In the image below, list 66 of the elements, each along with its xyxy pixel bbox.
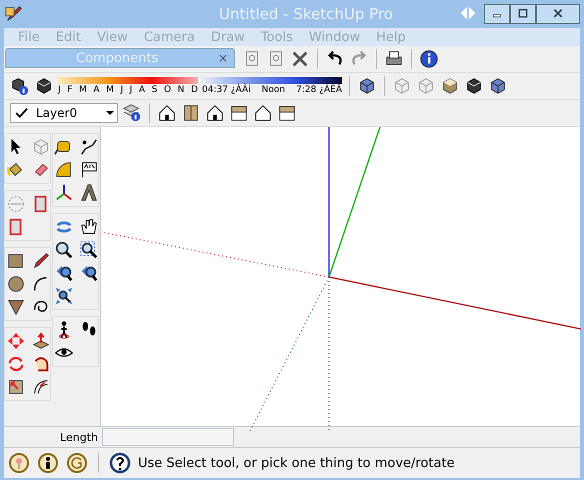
pencil-icon[interactable] xyxy=(31,251,51,271)
ring-badge-icon[interactable] xyxy=(66,452,88,474)
zoom-icon[interactable] xyxy=(54,240,74,260)
cube-info-icon[interactable] xyxy=(10,76,30,96)
protractor-icon[interactable] xyxy=(54,160,74,180)
person-badge-icon[interactable] xyxy=(37,452,59,474)
time-label: 04:37 ¿ÀÀi xyxy=(202,84,251,96)
month-label: J xyxy=(130,84,132,96)
panel-close-button[interactable]: × xyxy=(218,51,228,65)
layer-dropdown[interactable]: Layer0 xyxy=(10,103,118,123)
dimension-icon[interactable] xyxy=(79,137,99,157)
shaded-cube-icon[interactable] xyxy=(440,76,460,96)
zoom-window-icon[interactable] xyxy=(79,240,99,260)
next-view-icon[interactable] xyxy=(79,263,99,283)
help-icon[interactable] xyxy=(109,452,131,474)
3d-letter-icon[interactable] xyxy=(79,183,99,203)
month-label: O xyxy=(164,84,172,96)
panel-title: Components xyxy=(76,50,158,66)
circle-icon[interactable] xyxy=(6,274,26,294)
month-label: J xyxy=(58,84,61,96)
rectangle-icon[interactable] xyxy=(6,251,26,271)
month-label: A xyxy=(138,84,146,96)
month-label: M xyxy=(106,84,114,96)
house-outline-icon[interactable] xyxy=(253,103,273,123)
measurement-label: Length xyxy=(59,430,98,444)
box-side-icon[interactable] xyxy=(277,103,297,123)
axes-icon[interactable] xyxy=(54,183,74,203)
triangle-icon[interactable] xyxy=(6,297,26,317)
rotate-arrows-icon[interactable] xyxy=(6,354,26,374)
zoom-extents-icon[interactable] xyxy=(54,286,74,306)
month-label: A xyxy=(93,84,100,96)
push-pull-icon[interactable] xyxy=(31,331,51,351)
cube-icon[interactable] xyxy=(34,76,54,96)
month-label: N xyxy=(178,84,184,96)
textured-cube-icon[interactable] xyxy=(488,76,508,96)
measurement-field[interactable] xyxy=(102,428,234,446)
house-icon[interactable] xyxy=(157,103,177,123)
layers-info-icon[interactable] xyxy=(122,103,142,123)
delete-icon[interactable] xyxy=(290,49,310,69)
month-label: J xyxy=(120,84,124,96)
dark-cube-icon[interactable] xyxy=(464,76,484,96)
box-front-icon[interactable] xyxy=(181,103,201,123)
dashed-ring-icon[interactable] xyxy=(6,194,26,214)
move-arrows-icon[interactable] xyxy=(6,331,26,351)
box-top-icon[interactable] xyxy=(229,103,249,123)
caret-icon[interactable] xyxy=(106,111,114,115)
close-button[interactable] xyxy=(536,4,580,24)
components-panel-header[interactable]: Components × xyxy=(5,48,235,68)
status-message: Use Select tool, or pick one thing to move/rotate xyxy=(138,456,455,470)
scale-icon[interactable] xyxy=(6,377,26,397)
month-label: F xyxy=(67,84,72,96)
time-label: Noon xyxy=(262,84,286,96)
hand-icon[interactable] xyxy=(79,217,99,237)
window-title: Untitled - SketchUp Pro xyxy=(218,5,394,23)
month-label: D xyxy=(190,84,198,96)
checkmark-icon xyxy=(14,105,30,121)
text-label-icon[interactable] xyxy=(79,160,99,180)
previous-view-icon[interactable] xyxy=(54,263,74,283)
month-label: M xyxy=(79,84,87,96)
info-icon[interactable] xyxy=(419,49,439,69)
time-label: 7:28 ¿ÀÈÄ xyxy=(296,84,342,96)
x-ray-cube-icon[interactable] xyxy=(357,76,377,96)
month-label: S xyxy=(152,84,158,96)
restore-button[interactable] xyxy=(510,4,536,24)
house-front-icon[interactable] xyxy=(205,103,225,123)
location-badge-icon[interactable] xyxy=(8,452,30,474)
